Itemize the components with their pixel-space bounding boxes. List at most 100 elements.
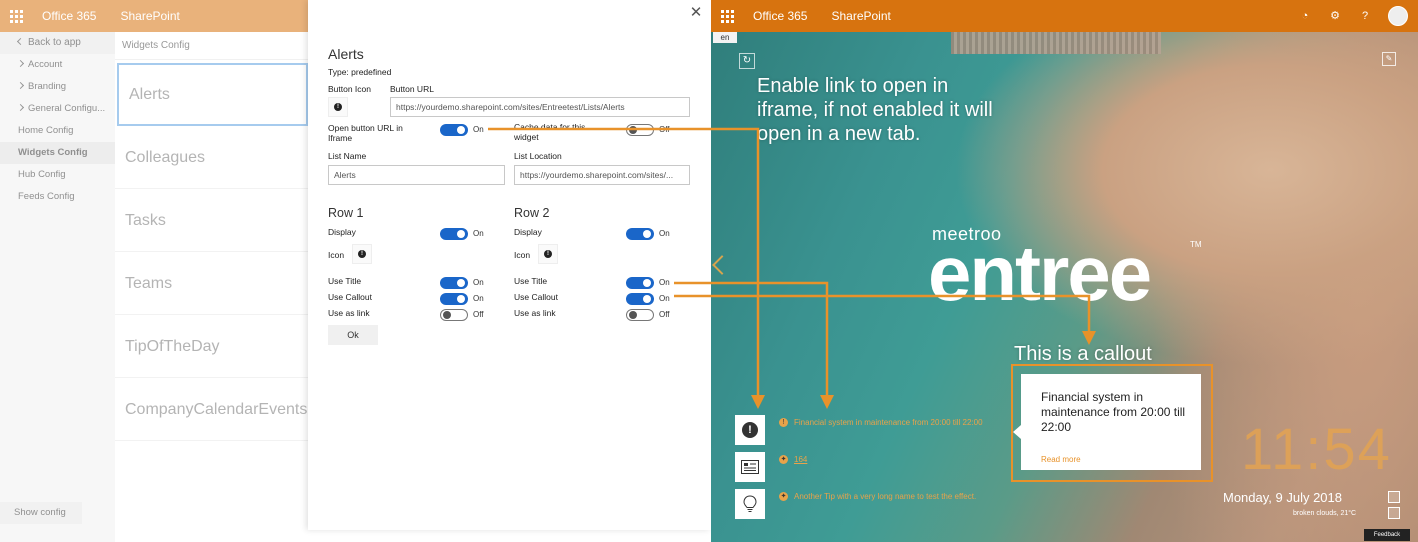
row1-icon-label: Icon	[328, 250, 345, 260]
help-icon[interactable]: ?	[1358, 9, 1372, 23]
language-select[interactable]: en	[713, 32, 737, 43]
chevron-right-icon	[16, 81, 25, 90]
widget-row-alerts[interactable]: Alerts	[117, 63, 308, 126]
feedback-button[interactable]: Feedback	[1364, 529, 1410, 541]
weather-icon[interactable]	[1388, 507, 1400, 519]
widget-row-tasks[interactable]: Tasks	[115, 189, 308, 252]
intranet-preview: Office 365 SharePoint ◔ ⚙ ? en ↻ ✎ Enabl…	[711, 0, 1418, 542]
nav-item-home-config[interactable]: Home Config	[0, 120, 115, 142]
sharepoint-link[interactable]: SharePoint	[120, 9, 179, 23]
app-launcher-icon[interactable]	[0, 0, 32, 32]
widget-row-colleagues[interactable]: Colleagues	[115, 126, 308, 189]
row2-use-link-label: Use as link	[514, 308, 556, 318]
open-iframe-toggle[interactable]	[440, 124, 468, 136]
callout-text: Financial system in maintenance from 20:…	[1041, 390, 1186, 434]
row2-use-link-state: Off	[659, 310, 670, 319]
row1-use-title-state: On	[473, 278, 484, 287]
row1-use-link-toggle[interactable]	[440, 309, 468, 321]
chevron-left-icon[interactable]	[712, 255, 732, 275]
button-icon-picker[interactable]: !	[328, 97, 348, 117]
alerts-button[interactable]: !	[735, 415, 765, 445]
row2-icon-picker[interactable]: !	[538, 244, 558, 264]
widget-config-panel: ✕ Alerts Type: predefined Button Icon Bu…	[308, 0, 711, 530]
back-to-app-button[interactable]: Back to app	[0, 32, 115, 54]
list-name-input[interactable]: Alerts	[328, 165, 505, 185]
row1-title: Row 1	[328, 206, 364, 220]
row2-use-link-toggle[interactable]	[626, 309, 654, 321]
row1-display-state: On	[473, 229, 484, 238]
nav-item-widgets-config[interactable]: Widgets Config	[0, 142, 115, 164]
feed-news-line[interactable]: ✦ 164	[779, 455, 808, 465]
config-nav: Back to app Account Branding General Con…	[0, 32, 115, 542]
info-icon: !	[334, 103, 342, 111]
tip-corner-icon[interactable]: ✎	[1382, 52, 1396, 66]
row2-icon-label: Icon	[514, 250, 531, 260]
weather-text: broken clouds, 21°C	[1293, 510, 1357, 517]
read-more-link[interactable]: Read more	[1041, 455, 1081, 464]
nav-item-account[interactable]: Account	[0, 54, 115, 76]
row2-use-callout-state: On	[659, 294, 670, 303]
tips-button[interactable]	[735, 489, 765, 519]
callout-card: Financial system in maintenance from 20:…	[1021, 374, 1201, 470]
refresh-icon[interactable]: ↻	[739, 53, 755, 69]
row2-use-callout-toggle[interactable]	[626, 293, 654, 305]
row1-use-callout-toggle[interactable]	[440, 293, 468, 305]
panel-title: Alerts	[328, 46, 364, 62]
chevron-left-icon	[16, 37, 25, 46]
feed-alert-text: Financial system in maintenance from 20:…	[794, 418, 983, 427]
news-button[interactable]	[735, 452, 765, 482]
calendar-icon[interactable]	[1388, 491, 1400, 503]
row1-use-title-label: Use Title	[328, 276, 362, 286]
row2-use-title-toggle[interactable]	[626, 277, 654, 289]
nav-item-hub-config[interactable]: Hub Config	[0, 164, 115, 186]
bell-icon[interactable]: ◔	[1298, 9, 1312, 23]
row1-use-callout-label: Use Callout	[328, 292, 372, 302]
nav-item-feeds-config[interactable]: Feeds Config	[0, 186, 115, 208]
list-name-label: List Name	[328, 151, 367, 161]
widget-row-calendar[interactable]: CompanyCalendarEvents	[115, 378, 308, 441]
widgets-title: Widgets Config	[115, 32, 308, 60]
info-icon: !	[358, 250, 366, 258]
alert-mark-icon: !	[779, 418, 788, 428]
alert-icon: !	[742, 422, 758, 438]
widget-row-tip[interactable]: TipOfTheDay	[115, 315, 308, 378]
office365-link[interactable]: Office 365	[753, 9, 807, 23]
row1-use-link-label: Use as link	[328, 308, 370, 318]
office365-link[interactable]: Office 365	[42, 9, 96, 23]
callout-pointer	[1013, 425, 1021, 439]
avatar[interactable]	[1388, 6, 1408, 26]
feed-tip-line[interactable]: ✦ Another Tip with a very long name to te…	[779, 492, 977, 502]
cache-toggle[interactable]	[626, 124, 654, 136]
news-icon	[741, 460, 759, 474]
cache-state: Off	[659, 125, 670, 134]
widget-row-teams[interactable]: Teams	[115, 252, 308, 315]
list-location-label: List Location	[514, 151, 562, 161]
date-text: Monday, 9 July 2018	[1223, 490, 1342, 505]
widget-type: Type: predefined	[328, 67, 392, 77]
row1-display-toggle[interactable]	[440, 228, 468, 240]
row1-icon-picker[interactable]: !	[352, 244, 372, 264]
row1-use-title-toggle[interactable]	[440, 277, 468, 289]
button-url-label: Button URL	[390, 84, 434, 94]
close-icon[interactable]: ✕	[689, 5, 703, 20]
logo-entree: entree	[928, 229, 1152, 317]
row1-use-link-state: Off	[473, 310, 484, 319]
nav-item-general[interactable]: General Configu...	[0, 98, 115, 120]
list-location-input[interactable]: https://yourdemo.sharepoint.com/sites/..…	[514, 165, 690, 185]
open-iframe-state: On	[473, 125, 484, 134]
feed-alert-line[interactable]: ! Financial system in maintenance from 20…	[779, 418, 983, 428]
row2-display-toggle[interactable]	[626, 228, 654, 240]
feed-news-text: 164	[794, 455, 808, 464]
gear-icon[interactable]: ⚙	[1328, 9, 1342, 23]
row2-title: Row 2	[514, 206, 550, 220]
feed-tip-text: Another Tip with a very long name to tes…	[794, 492, 977, 501]
nav-item-branding[interactable]: Branding	[0, 76, 115, 98]
annotation-iframe: Enable link to open in iframe, if not en…	[757, 75, 993, 145]
app-launcher-icon[interactable]	[711, 0, 743, 32]
button-url-input[interactable]: https://yourdemo.sharepoint.com/sites/En…	[390, 97, 690, 117]
sharepoint-link[interactable]: SharePoint	[831, 9, 890, 23]
row2-use-callout-label: Use Callout	[514, 292, 558, 302]
ok-button[interactable]: Ok	[328, 325, 378, 345]
info-icon: !	[544, 250, 552, 258]
show-config-button[interactable]: Show config	[0, 502, 82, 524]
